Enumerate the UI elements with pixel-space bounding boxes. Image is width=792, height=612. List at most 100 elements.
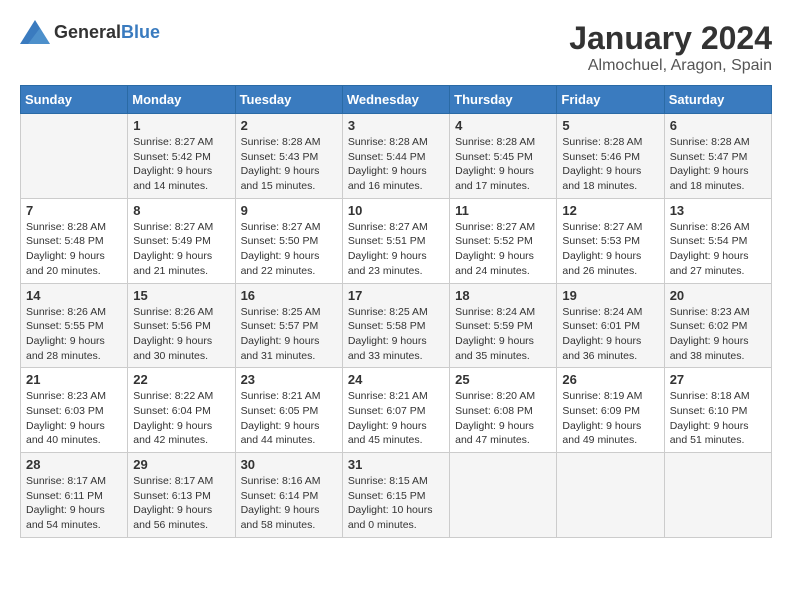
day-info: Sunrise: 8:27 AMSunset: 5:49 PMDaylight:… [133, 220, 229, 279]
calendar-header: SundayMondayTuesdayWednesdayThursdayFrid… [21, 86, 772, 114]
calendar-week-3: 14 Sunrise: 8:26 AMSunset: 5:55 PMDayligh… [21, 283, 772, 368]
day-number: 24 [348, 372, 444, 387]
calendar-cell: 5Sunrise: 8:28 AMSunset: 5:46 PMDaylight… [557, 114, 664, 199]
logo: GeneralBlue [20, 20, 160, 44]
calendar-cell: 20Sunrise: 8:23 AMSunset: 6:02 PMDayligh… [664, 283, 771, 368]
calendar-cell: 27 Sunrise: 8:18 AMSunset: 6:10 PMDayligh… [664, 368, 771, 453]
header-day-tuesday: Tuesday [235, 86, 342, 114]
day-number: 15 [133, 288, 229, 303]
day-number: 14 [26, 288, 122, 303]
day-info: Sunrise: 8:16 AMSunset: 6:14 PMDaylight:… [241, 474, 337, 533]
day-info: Sunrise: 8:19 AMSunset: 6:09 PMDaylight:… [562, 389, 658, 448]
day-number: 2 [241, 118, 337, 133]
calendar-week-1: 1 Sunrise: 8:27 AMSunset: 5:42 PMDaylight… [21, 114, 772, 199]
day-number: 5 [562, 118, 658, 133]
calendar-cell: 16 Sunrise: 8:25 AMSunset: 5:57 PMDayligh… [235, 283, 342, 368]
day-info: Sunrise: 8:17 AMSunset: 6:11 PMDaylight:… [26, 474, 122, 533]
day-info: Sunrise: 8:28 AMSunset: 5:48 PMDaylight:… [26, 220, 122, 279]
day-info: Sunrise: 8:27 AMSunset: 5:42 PMDaylight:… [133, 135, 229, 194]
calendar-cell: 24 Sunrise: 8:21 AMSunset: 6:07 PMDayligh… [342, 368, 449, 453]
day-number: 29 [133, 457, 229, 472]
calendar-cell: 23Sunrise: 8:21 AMSunset: 6:05 PMDayligh… [235, 368, 342, 453]
day-number: 1 [133, 118, 229, 133]
day-number: 31 [348, 457, 444, 472]
calendar-cell: 10Sunrise: 8:27 AMSunset: 5:51 PMDayligh… [342, 198, 449, 283]
subtitle: Almochuel, Aragon, Spain [569, 57, 772, 75]
day-number: 7 [26, 203, 122, 218]
day-number: 12 [562, 203, 658, 218]
day-number: 8 [133, 203, 229, 218]
day-info: Sunrise: 8:17 AMSunset: 6:13 PMDaylight:… [133, 474, 229, 533]
calendar-week-2: 7 Sunrise: 8:28 AMSunset: 5:48 PMDaylight… [21, 198, 772, 283]
day-info: Sunrise: 8:24 AMSunset: 6:01 PMDaylight:… [562, 305, 658, 364]
header-day-monday: Monday [128, 86, 235, 114]
day-info: Sunrise: 8:26 AMSunset: 5:56 PMDaylight:… [133, 305, 229, 364]
calendar-cell: 14 Sunrise: 8:26 AMSunset: 5:55 PMDayligh… [21, 283, 128, 368]
day-number: 27 [670, 372, 766, 387]
calendar-cell: 15 Sunrise: 8:26 AMSunset: 5:56 PMDayligh… [128, 283, 235, 368]
day-info: Sunrise: 8:27 AMSunset: 5:52 PMDaylight:… [455, 220, 551, 279]
logo-text: GeneralBlue [54, 22, 160, 43]
calendar-cell: 21 Sunrise: 8:23 AMSunset: 6:03 PMDayligh… [21, 368, 128, 453]
day-number: 30 [241, 457, 337, 472]
calendar-cell [21, 114, 128, 199]
day-number: 11 [455, 203, 551, 218]
day-number: 16 [241, 288, 337, 303]
day-info: Sunrise: 8:15 AMSunset: 6:15 PMDaylight:… [348, 474, 444, 533]
calendar-cell [557, 453, 664, 538]
calendar-week-4: 21 Sunrise: 8:23 AMSunset: 6:03 PMDayligh… [21, 368, 772, 453]
day-number: 22 [133, 372, 229, 387]
day-number: 26 [562, 372, 658, 387]
calendar-cell: 2 Sunrise: 8:28 AMSunset: 5:43 PMDaylight… [235, 114, 342, 199]
day-info: Sunrise: 8:27 AMSunset: 5:51 PMDaylight:… [348, 220, 444, 279]
day-info: Sunrise: 8:18 AMSunset: 6:10 PMDaylight:… [670, 389, 766, 448]
day-number: 19 [562, 288, 658, 303]
day-info: Sunrise: 8:28 AMSunset: 5:43 PMDaylight:… [241, 135, 337, 194]
calendar-week-5: 28Sunrise: 8:17 AMSunset: 6:11 PMDayligh… [21, 453, 772, 538]
day-info: Sunrise: 8:24 AMSunset: 5:59 PMDaylight:… [455, 305, 551, 364]
day-info: Sunrise: 8:23 AMSunset: 6:03 PMDaylight:… [26, 389, 122, 448]
header-day-saturday: Saturday [664, 86, 771, 114]
day-info: Sunrise: 8:26 AMSunset: 5:55 PMDaylight:… [26, 305, 122, 364]
calendar-cell: 31 Sunrise: 8:15 AMSunset: 6:15 PMDayligh… [342, 453, 449, 538]
day-number: 13 [670, 203, 766, 218]
day-info: Sunrise: 8:22 AMSunset: 6:04 PMDaylight:… [133, 389, 229, 448]
day-number: 3 [348, 118, 444, 133]
calendar-cell: 7 Sunrise: 8:28 AMSunset: 5:48 PMDaylight… [21, 198, 128, 283]
day-info: Sunrise: 8:28 AMSunset: 5:44 PMDaylight:… [348, 135, 444, 194]
title-area: January 2024 Almochuel, Aragon, Spain [569, 20, 772, 75]
calendar-cell: 1 Sunrise: 8:27 AMSunset: 5:42 PMDaylight… [128, 114, 235, 199]
logo-icon [20, 20, 50, 44]
calendar-cell: 26 Sunrise: 8:19 AMSunset: 6:09 PMDayligh… [557, 368, 664, 453]
day-info: Sunrise: 8:25 AMSunset: 5:58 PMDaylight:… [348, 305, 444, 364]
days-header-row: SundayMondayTuesdayWednesdayThursdayFrid… [21, 86, 772, 114]
calendar-cell: 3 Sunrise: 8:28 AMSunset: 5:44 PMDaylight… [342, 114, 449, 199]
day-info: Sunrise: 8:26 AMSunset: 5:54 PMDaylight:… [670, 220, 766, 279]
day-number: 21 [26, 372, 122, 387]
calendar-cell: 4Sunrise: 8:28 AMSunset: 5:45 PMDaylight… [450, 114, 557, 199]
header-day-wednesday: Wednesday [342, 86, 449, 114]
day-number: 4 [455, 118, 551, 133]
day-number: 9 [241, 203, 337, 218]
day-info: Sunrise: 8:21 AMSunset: 6:05 PMDaylight:… [241, 389, 337, 448]
day-info: Sunrise: 8:25 AMSunset: 5:57 PMDaylight:… [241, 305, 337, 364]
calendar-cell: 17Sunrise: 8:25 AMSunset: 5:58 PMDayligh… [342, 283, 449, 368]
main-title: January 2024 [569, 20, 772, 57]
day-info: Sunrise: 8:28 AMSunset: 5:47 PMDaylight:… [670, 135, 766, 194]
calendar-cell: 11 Sunrise: 8:27 AMSunset: 5:52 PMDayligh… [450, 198, 557, 283]
day-info: Sunrise: 8:23 AMSunset: 6:02 PMDaylight:… [670, 305, 766, 364]
calendar-cell: 18Sunrise: 8:24 AMSunset: 5:59 PMDayligh… [450, 283, 557, 368]
day-info: Sunrise: 8:21 AMSunset: 6:07 PMDaylight:… [348, 389, 444, 448]
calendar-cell: 29 Sunrise: 8:17 AMSunset: 6:13 PMDayligh… [128, 453, 235, 538]
day-info: Sunrise: 8:27 AMSunset: 5:50 PMDaylight:… [241, 220, 337, 279]
calendar-cell [450, 453, 557, 538]
calendar-cell [664, 453, 771, 538]
calendar-cell: 9 Sunrise: 8:27 AMSunset: 5:50 PMDaylight… [235, 198, 342, 283]
calendar-cell: 19 Sunrise: 8:24 AMSunset: 6:01 PMDayligh… [557, 283, 664, 368]
header-day-thursday: Thursday [450, 86, 557, 114]
calendar-table: SundayMondayTuesdayWednesdayThursdayFrid… [20, 85, 772, 538]
header-day-sunday: Sunday [21, 86, 128, 114]
header-day-friday: Friday [557, 86, 664, 114]
logo-general: General [54, 22, 121, 42]
day-info: Sunrise: 8:27 AMSunset: 5:53 PMDaylight:… [562, 220, 658, 279]
